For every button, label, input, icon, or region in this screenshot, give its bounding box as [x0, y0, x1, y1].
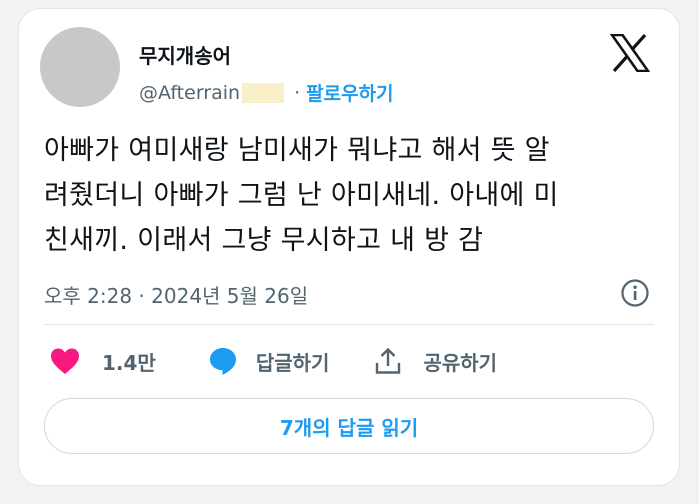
handle[interactable]: @Afterrain: [139, 82, 240, 104]
reply-button[interactable]: 답글하기: [207, 345, 330, 377]
heart-icon: [51, 348, 79, 374]
info-icon[interactable]: [620, 278, 650, 308]
share-button[interactable]: 공유하기: [373, 346, 497, 376]
share-label: 공유하기: [423, 350, 498, 375]
avatar[interactable]: [40, 27, 120, 107]
x-logo-icon[interactable]: [610, 34, 650, 72]
like-count: 1.4만: [102, 350, 156, 375]
handle-redaction: [242, 82, 285, 103]
divider: [44, 324, 654, 325]
follow-button[interactable]: 팔로우하기: [306, 79, 393, 106]
tweet-text: 아빠가 여미새랑 남미새가 뭐냐고 해서 뜻 알 려줬더니 아빠가 그럼 난 아…: [44, 128, 654, 263]
display-name[interactable]: 무지개송어: [139, 40, 231, 69]
read-replies-button[interactable]: 7개의 답글 읽기: [44, 398, 654, 454]
tweet-line: 아빠가 여미새랑 남미새가 뭐냐고 해서 뜻 알: [44, 135, 550, 166]
tweet-line: 친새끼. 이래서 그냥 무시하고 내 방 감: [44, 225, 484, 256]
share-icon: [376, 347, 401, 374]
tweet-line: 려줬더니 아빠가 그럼 난 아미새네. 아내에 미: [44, 180, 559, 211]
reply-label: 답글하기: [255, 350, 330, 375]
like-button[interactable]: 1.4만: [49, 346, 156, 376]
action-bar: 1.4만 답글하기 공유하기: [44, 343, 497, 379]
handle-row: @Afterrain · 팔로우하기: [139, 79, 394, 106]
separator-dot: ·: [294, 81, 301, 104]
timestamp[interactable]: 오후 2:28 · 2024년 5월 26일: [44, 280, 308, 309]
speech-bubble-icon: [209, 348, 236, 375]
